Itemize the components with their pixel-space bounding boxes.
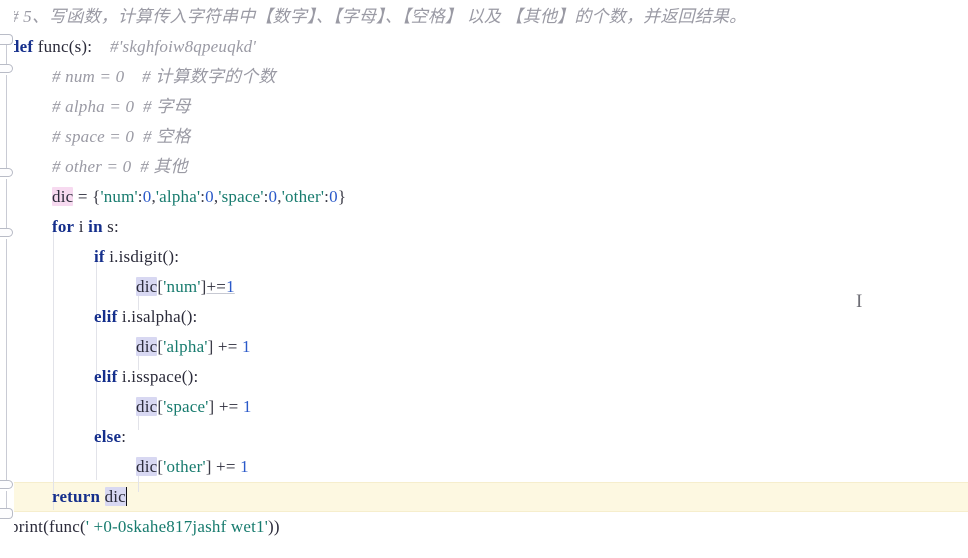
token-plain: s: — [102, 217, 119, 236]
token-keyword: for — [52, 217, 75, 236]
token-string: ' +0-0skahe817jashf wet1' — [85, 517, 269, 536]
token-keyword: else — [94, 427, 122, 446]
code-line-7[interactable]: dic = {'num':0,'alpha':0,'space':0,'othe… — [0, 182, 968, 212]
code-line-5[interactable]: # space = 0 # 空格 — [0, 122, 968, 152]
token-plain: += — [211, 457, 241, 476]
token-plain: func(s): — [33, 37, 93, 56]
fold-marker-4[interactable] — [0, 228, 13, 237]
code-text-area[interactable]: # 5、写函数，计算传入字符串中【数字】、【字母】、【空格】 以及 【其他】的个… — [0, 0, 968, 558]
code-line-2[interactable]: def func(s): #'skghfoiw8qpeuqkd' — [0, 32, 968, 62]
token-plain: i.isalpha(): — [117, 307, 198, 326]
code-folding-gutter[interactable] — [0, 0, 14, 558]
token-plain: i.isdigit(): — [104, 247, 180, 266]
code-line-8[interactable]: for i in s: — [0, 212, 968, 242]
fold-region-line — [6, 45, 7, 65]
token-comment: # num = 0 # 计算数字的个数 — [52, 67, 276, 86]
fold-region-line — [6, 491, 7, 509]
token-comment: # 5、写函数，计算传入字符串中【数字】、【字母】、【空格】 以及 【其他】的个… — [10, 7, 747, 26]
token-plain: i — [74, 217, 89, 236]
token-keyword: in — [88, 217, 103, 236]
fold-marker-2[interactable] — [0, 64, 13, 73]
token-number: 0 — [205, 187, 214, 206]
code-line-6[interactable]: # other = 0 # 其他 — [0, 152, 968, 182]
token-number: 1 — [242, 397, 252, 416]
identifier-occurrence-usage: dic — [136, 337, 158, 356]
code-line-10[interactable]: dic['num']+=1 — [0, 272, 968, 302]
token-number: 1 — [226, 277, 235, 296]
token-string: 'num' — [163, 277, 201, 296]
token-comment: # space = 0 # 空格 — [52, 127, 191, 146]
identifier-occurrence-usage: dic — [104, 487, 126, 506]
code-line-12[interactable]: dic['alpha'] += 1 — [0, 332, 968, 362]
i-beam-cursor: I — [856, 291, 863, 312]
identifier-occurrence-usage: dic — [136, 397, 158, 416]
token-keyword: elif — [94, 367, 118, 386]
fold-marker-3[interactable] — [0, 168, 13, 177]
token-number: 1 — [241, 337, 251, 356]
token-string: 'space' — [218, 187, 264, 206]
token-plain: = — [73, 187, 93, 206]
token-keyword: elif — [94, 307, 118, 326]
token-number: 1 — [240, 457, 249, 476]
token-plain: i.isspace(): — [117, 367, 199, 386]
token-number: 0 — [268, 187, 278, 206]
code-line-14[interactable]: dic['space'] += 1 — [0, 392, 968, 422]
code-line-15[interactable]: else: — [0, 422, 968, 452]
fold-region-line — [6, 179, 7, 229]
token-comment: # alpha = 0 # 字母 — [52, 97, 191, 116]
fold-marker-6[interactable] — [0, 508, 13, 519]
code-line-1[interactable]: # 5、写函数，计算传入字符串中【数字】、【字母】、【空格】 以及 【其他】的个… — [0, 2, 968, 32]
token-number: 0 — [329, 187, 338, 206]
token-plain: )) — [268, 517, 280, 536]
token-keyword: if — [94, 247, 105, 266]
token-string: 'num' — [100, 187, 138, 206]
token-comment: # other = 0 # 其他 — [52, 157, 188, 176]
token-operator: += — [206, 277, 227, 296]
code-editor-window[interactable]: # 5、写函数，计算传入字符串中【数字】、【字母】、【空格】 以及 【其他】的个… — [0, 0, 968, 558]
code-line-3[interactable]: # num = 0 # 计算数字的个数 — [0, 62, 968, 92]
identifier-occurrence-usage: dic — [136, 457, 158, 476]
code-line-11[interactable]: elif i.isalpha(): — [0, 302, 968, 332]
token-plain: print(func( — [10, 517, 86, 536]
token-plain: += — [213, 337, 242, 356]
fold-region-line — [6, 75, 7, 170]
token-string: 'alpha' — [163, 337, 208, 356]
code-line-4[interactable]: # alpha = 0 # 字母 — [0, 92, 968, 122]
code-line-16[interactable]: dic['other'] += 1 — [0, 452, 968, 482]
token-string: 'alpha' — [155, 187, 201, 206]
code-line-18[interactable]: print(func(' +0-0skahe817jashf wet1')) — [0, 512, 968, 542]
code-line-9[interactable]: if i.isdigit(): — [0, 242, 968, 272]
token-string: 'space' — [163, 397, 209, 416]
token-string: 'other' — [163, 457, 206, 476]
fold-marker-1[interactable] — [0, 34, 13, 45]
identifier-occurrence-definition: dic — [52, 187, 74, 206]
identifier-occurrence-usage: dic — [136, 277, 158, 296]
code-line-13[interactable]: elif i.isspace(): — [0, 362, 968, 392]
fold-marker-5[interactable] — [0, 480, 13, 489]
token-string: 'other' — [281, 187, 325, 206]
token-plain: : — [121, 427, 127, 446]
code-line-17[interactable]: return dic — [0, 482, 968, 512]
token-keyword: return — [52, 487, 101, 506]
fold-region-line — [6, 239, 7, 482]
token-comment: #'skghfoiw8qpeuqkd' — [110, 37, 257, 56]
text-caret — [125, 487, 127, 506]
token-punctuation: } — [337, 187, 347, 206]
token-plain: += — [214, 397, 243, 416]
